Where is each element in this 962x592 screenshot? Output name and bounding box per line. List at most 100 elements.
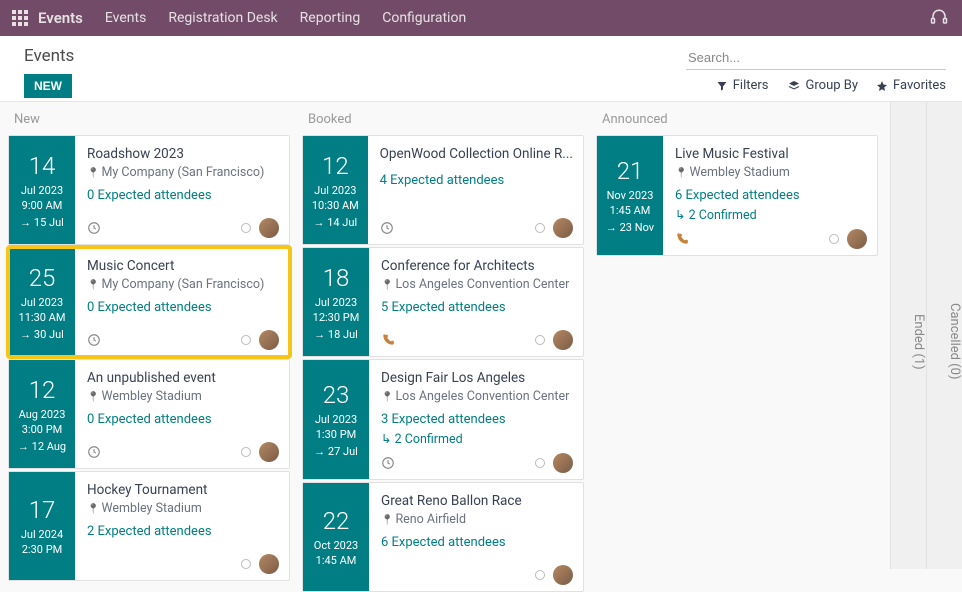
event-card[interactable]: 23 Jul 2023 1:30 PM → 27 Jul Design Fair… — [302, 359, 584, 480]
card-month-year: Jul 2023 — [315, 296, 357, 309]
card-attendees[interactable]: 0 Expected attendees — [87, 300, 279, 315]
event-card[interactable]: 17 Jul 2024 2:30 PM Hockey Tournament We… — [8, 471, 290, 581]
card-attendees[interactable]: 6 Expected attendees — [675, 188, 867, 203]
card-month-year: Jul 2023 — [21, 184, 63, 197]
search-input[interactable] — [686, 46, 946, 70]
card-attendees[interactable]: 0 Expected attendees — [87, 188, 279, 203]
card-location: Wembley Stadium — [87, 389, 279, 404]
clock-icon — [87, 221, 101, 235]
card-month-year: Jul 2023 — [315, 413, 357, 426]
filters-label: Filters — [733, 78, 769, 93]
avatar[interactable] — [553, 453, 573, 473]
menu-configuration[interactable]: Configuration — [382, 10, 466, 26]
card-title: An unpublished event — [87, 370, 279, 386]
menu-registration[interactable]: Registration Desk — [168, 10, 277, 26]
avatar[interactable] — [847, 229, 867, 249]
card-day: 14 — [29, 152, 56, 180]
card-activity-icon[interactable] — [381, 333, 395, 347]
event-card[interactable]: 22 Oct 2023 1:45 AM Great Reno Ballon Ra… — [302, 482, 584, 592]
card-time: 10:30 AM — [312, 199, 359, 212]
favorites-button[interactable]: Favorites — [876, 78, 946, 93]
collapsed-lane-ended[interactable]: Ended (1) — [890, 102, 926, 569]
status-dot[interactable] — [535, 458, 545, 468]
card-location: Wembley Stadium — [675, 165, 867, 180]
avatar[interactable] — [259, 218, 279, 238]
groupby-button[interactable]: Group By — [787, 78, 859, 93]
card-activity-icon[interactable] — [87, 333, 101, 347]
card-date-column: 23 Jul 2023 1:30 PM → 27 Jul — [303, 360, 369, 479]
kanban-lane: Booked 12 Jul 2023 10:30 AM → 14 Jul Ope… — [298, 102, 588, 569]
card-end-date: → 12 Aug — [18, 440, 66, 453]
card-title: Music Concert — [87, 258, 279, 274]
menu-reporting[interactable]: Reporting — [300, 10, 361, 26]
avatar[interactable] — [553, 330, 573, 350]
card-body: OpenWood Collection Online R... 4 Expect… — [368, 136, 583, 244]
avatar[interactable] — [553, 218, 573, 238]
card-location: My Company (San Francisco) — [87, 277, 279, 292]
card-title: Conference for Architects — [381, 258, 573, 274]
card-activity-icon[interactable] — [87, 221, 101, 235]
card-location: Los Angeles Convention Center — [381, 389, 573, 404]
status-dot[interactable] — [241, 559, 251, 569]
avatar[interactable] — [259, 442, 279, 462]
card-date-column: 22 Oct 2023 1:45 AM — [303, 483, 369, 591]
card-end-date: → 15 Jul — [20, 216, 64, 229]
card-activity-icon[interactable] — [381, 456, 395, 470]
card-month-year: Jul 2023 — [21, 296, 63, 309]
card-activity-icon[interactable] — [380, 221, 394, 235]
card-attendees[interactable]: 5 Expected attendees — [381, 300, 573, 315]
card-attendees[interactable]: 2 Expected attendees — [87, 524, 279, 539]
event-card[interactable]: 25 Jul 2023 11:30 AM → 30 Jul Music Conc… — [8, 247, 290, 357]
card-activity-icon[interactable] — [675, 232, 689, 246]
status-dot[interactable] — [241, 335, 251, 345]
avatar[interactable] — [259, 330, 279, 350]
event-card[interactable]: 21 Nov 2023 1:45 AM → 23 Nov Live Music … — [596, 135, 878, 256]
card-title: Roadshow 2023 — [87, 146, 279, 162]
card-attendees[interactable]: 6 Expected attendees — [381, 535, 573, 550]
status-dot[interactable] — [829, 234, 839, 244]
card-title: Hockey Tournament — [87, 482, 279, 498]
status-dot[interactable] — [535, 223, 545, 233]
favorites-label: Favorites — [893, 78, 946, 93]
card-confirmed[interactable]: 2 Confirmed — [381, 431, 573, 447]
clock-icon — [87, 445, 101, 459]
card-body: Roadshow 2023 My Company (San Francisco)… — [75, 136, 289, 244]
status-dot[interactable] — [535, 570, 545, 580]
card-time: 1:45 AM — [316, 554, 357, 567]
card-day: 17 — [29, 496, 56, 524]
headset-icon[interactable] — [930, 8, 950, 28]
control-bar: Events NEW Filters Group By Favorites — [0, 36, 962, 102]
card-date-column: 12 Aug 2023 3:00 PM → 12 Aug — [9, 360, 75, 468]
event-card[interactable]: 18 Jul 2023 12:30 PM → 18 Jul Conference… — [302, 247, 584, 357]
avatar[interactable] — [553, 565, 573, 585]
menu-events[interactable]: Events — [105, 10, 146, 26]
card-body: Music Concert My Company (San Francisco)… — [75, 248, 289, 356]
status-dot[interactable] — [535, 335, 545, 345]
filters-button[interactable]: Filters — [716, 78, 769, 93]
card-attendees[interactable]: 3 Expected attendees — [381, 412, 573, 427]
card-end-date: → 30 Jul — [20, 328, 64, 341]
card-body: Hockey Tournament Wembley Stadium 2 Expe… — [75, 472, 289, 580]
event-card[interactable]: 14 Jul 2023 9:00 AM → 15 Jul Roadshow 20… — [8, 135, 290, 245]
new-button[interactable]: NEW — [24, 74, 72, 98]
clock-icon — [381, 456, 395, 470]
card-end-date: → 23 Nov — [606, 221, 654, 234]
card-time: 12:30 PM — [313, 311, 360, 324]
card-activity-icon[interactable] — [87, 445, 101, 459]
card-month-year: Aug 2023 — [19, 408, 66, 421]
card-title: OpenWood Collection Online R... — [380, 146, 573, 162]
card-date-column: 14 Jul 2023 9:00 AM → 15 Jul — [9, 136, 75, 244]
apps-icon[interactable] — [12, 10, 28, 26]
status-dot[interactable] — [241, 447, 251, 457]
status-dot[interactable] — [241, 223, 251, 233]
collapsed-lane-cancelled[interactable]: Cancelled (0) — [926, 102, 962, 569]
card-date-column: 12 Jul 2023 10:30 AM → 14 Jul — [303, 136, 368, 244]
event-card[interactable]: 12 Aug 2023 3:00 PM → 12 Aug An unpublis… — [8, 359, 290, 469]
app-brand[interactable]: Events — [38, 9, 83, 27]
lane-header: Announced — [596, 112, 878, 135]
event-card[interactable]: 12 Jul 2023 10:30 AM → 14 Jul OpenWood C… — [302, 135, 584, 245]
avatar[interactable] — [259, 554, 279, 574]
card-attendees[interactable]: 4 Expected attendees — [380, 173, 573, 188]
card-confirmed[interactable]: 2 Confirmed — [675, 207, 867, 223]
card-attendees[interactable]: 0 Expected attendees — [87, 412, 279, 427]
